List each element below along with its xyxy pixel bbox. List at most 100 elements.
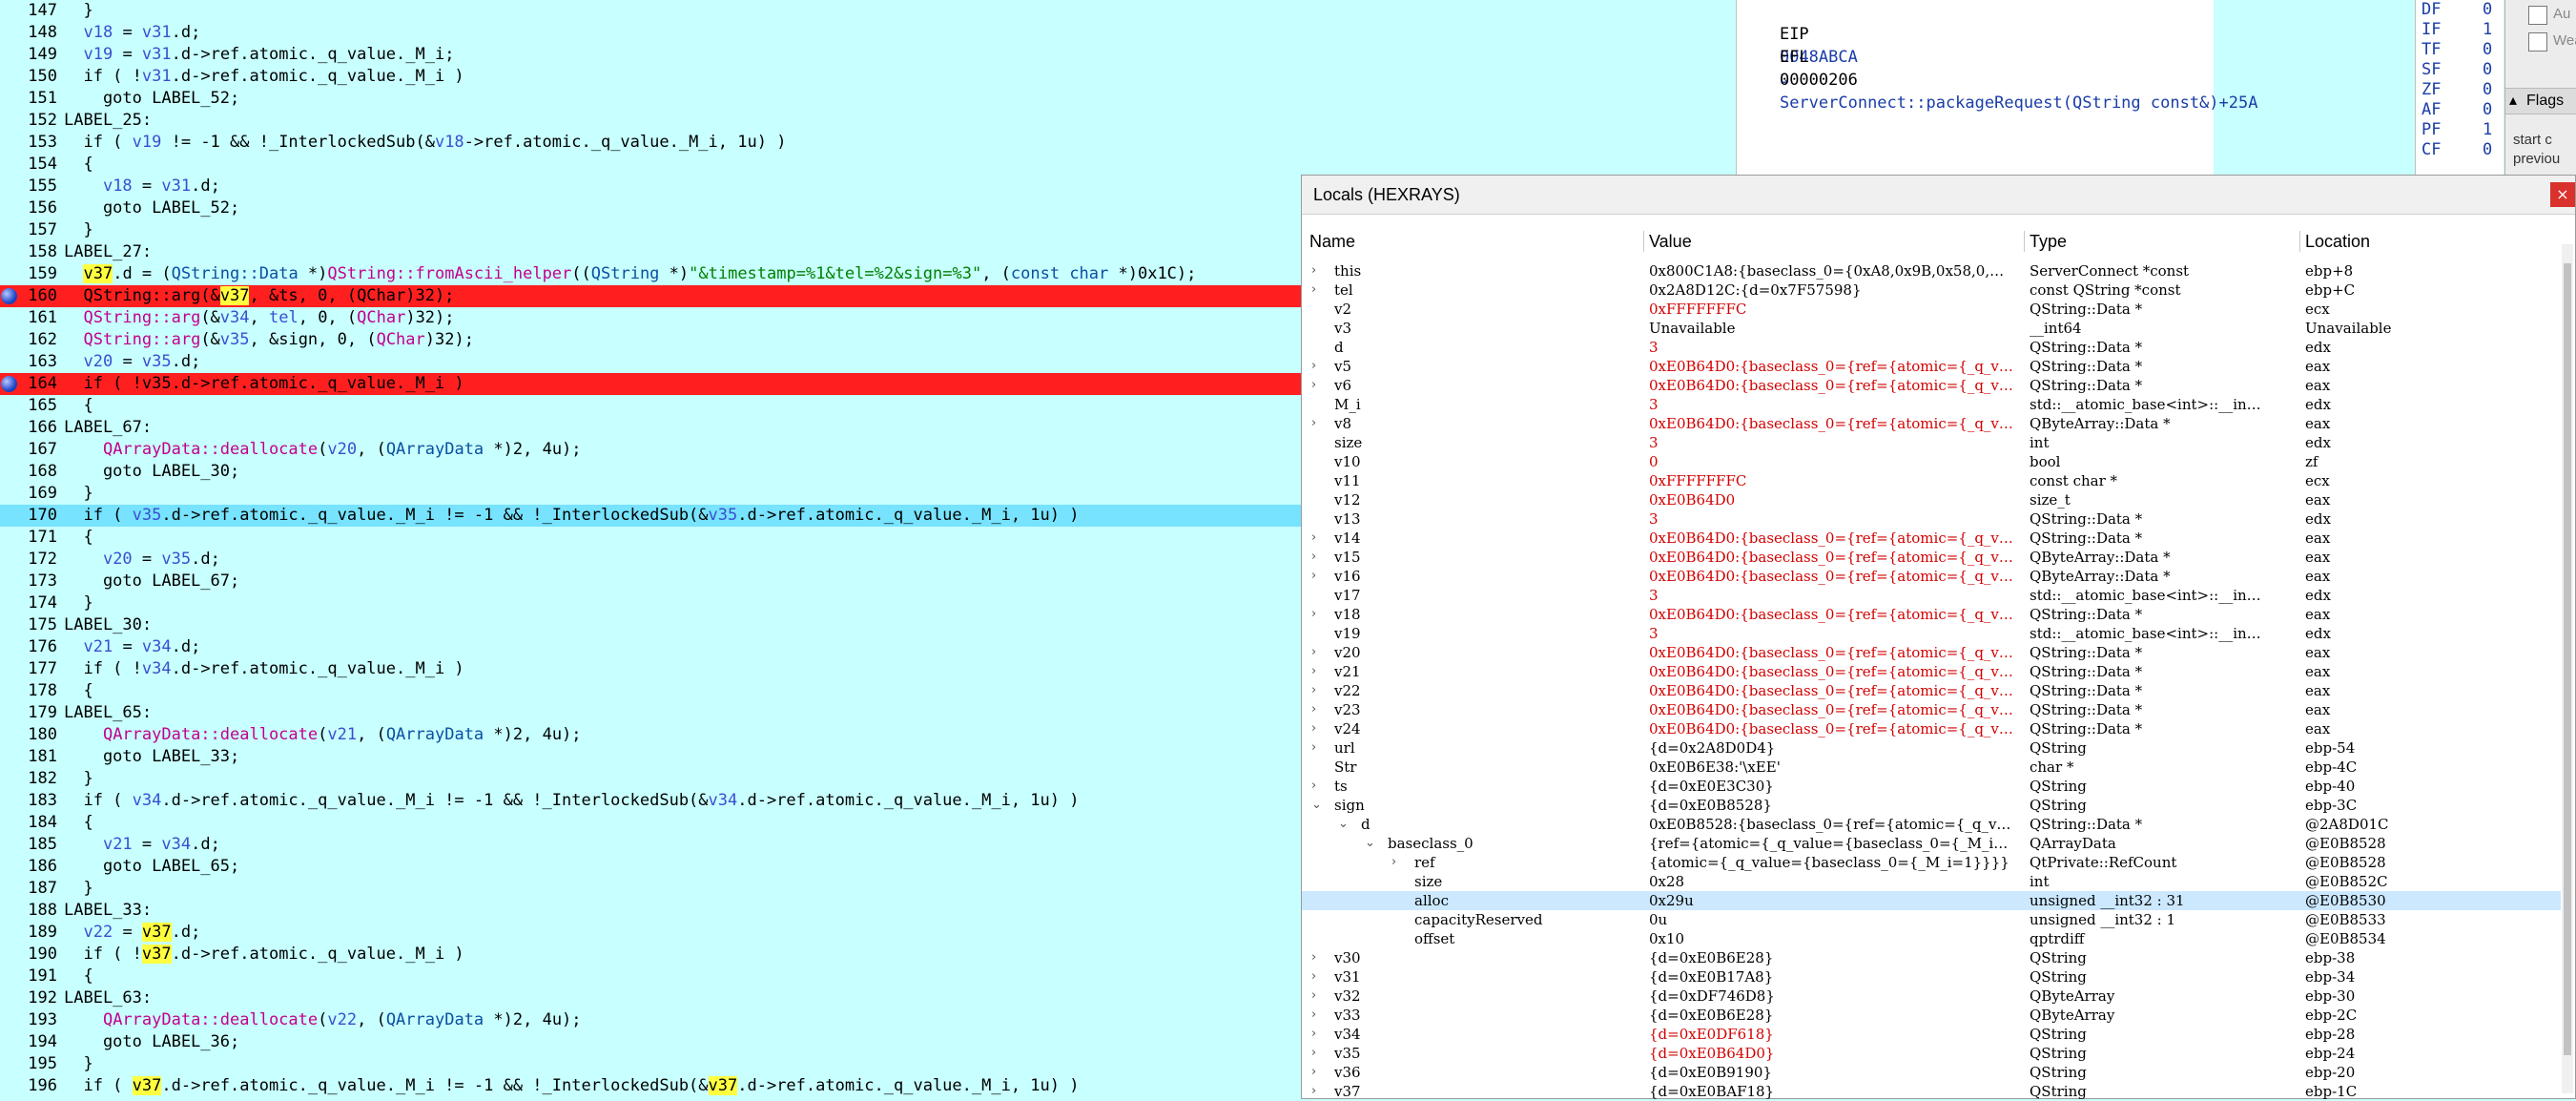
breakpoint-line[interactable]: 160 QString::arg(&v37, &ts, 0, (QChar)32…: [0, 285, 1302, 307]
code-line[interactable]: 155 v18 = v31.d;: [0, 176, 1302, 197]
code-line[interactable]: 191 {: [0, 966, 1302, 987]
locals-row[interactable]: › v24 0xE0B64D0:{baseclass_0={ref={atomic=…: [1302, 719, 2561, 738]
locals-row[interactable]: ⌄ d 0xE0B8528:{baseclass_0={ref={atomic={_…: [1302, 815, 2561, 834]
locals-row[interactable]: › v32 {d=0xDF746D8} QByteArray ebp-30: [1302, 987, 2561, 1006]
expand-arrow-icon[interactable]: ›: [1311, 376, 1316, 395]
locals-row[interactable]: › v23 0xE0B64D0:{baseclass_0={ref={atomic=…: [1302, 700, 2561, 719]
expand-arrow-icon[interactable]: ›: [1311, 1063, 1316, 1082]
collapse-arrow-icon[interactable]: ⌄: [1311, 796, 1322, 815]
expand-arrow-icon[interactable]: ›: [1391, 853, 1396, 872]
locals-row[interactable]: › this 0x800C1A8:{baseclass_0={0xA8,0x9B,0…: [1302, 261, 2561, 280]
expand-arrow-icon[interactable]: ›: [1311, 548, 1316, 567]
code-line[interactable]: 185 v21 = v34.d;: [0, 834, 1302, 856]
locals-row[interactable]: size 0x28 int @E0B852C: [1302, 872, 2561, 891]
locals-row[interactable]: › url {d=0x2A8D0D4} QString ebp-54: [1302, 738, 2561, 758]
code-line[interactable]: 194 goto LABEL_36;: [0, 1031, 1302, 1053]
scrollbar-thumb[interactable]: [2564, 263, 2571, 1055]
vertical-scrollbar[interactable]: [2562, 244, 2573, 1093]
code-line[interactable]: 177 if ( !v34.d->ref.atomic._q_value._M_…: [0, 658, 1302, 680]
locals-row[interactable]: › tel 0x2A8D12C:{d=0x7F57598} const QString…: [1302, 280, 2561, 300]
locals-row[interactable]: › v18 0xE0B64D0:{baseclass_0={ref={atomic=…: [1302, 605, 2561, 624]
expand-arrow-icon[interactable]: ›: [1311, 605, 1316, 624]
column-divider[interactable]: [2299, 231, 2300, 252]
expand-arrow-icon[interactable]: ›: [1311, 1082, 1316, 1101]
locals-row[interactable]: v17 3 std::__atomic_base<int>::__in… edx: [1302, 586, 2561, 605]
efl-value[interactable]: 00000206: [1780, 71, 1858, 90]
collapse-arrow-icon[interactable]: ⌄: [1365, 834, 1375, 853]
expand-arrow-icon[interactable]: ›: [1311, 280, 1316, 300]
code-line[interactable]: 157 }: [0, 219, 1302, 241]
expand-arrow-icon[interactable]: ›: [1311, 777, 1316, 796]
flag-row[interactable]: IF 1: [2421, 20, 2492, 40]
locals-row[interactable]: › v8 0xE0B64D0:{baseclass_0={ref={atomic={…: [1302, 414, 2561, 433]
expand-arrow-icon[interactable]: ›: [1311, 1025, 1316, 1044]
code-line[interactable]: 183 if ( v34.d->ref.atomic._q_value._M_i…: [0, 790, 1302, 812]
expand-arrow-icon[interactable]: ›: [1311, 357, 1316, 376]
option-checkbox-1[interactable]: [2528, 6, 2547, 25]
flag-row[interactable]: CF 0: [2421, 140, 2492, 160]
locals-row[interactable]: › ts {d=0xE0E3C30} QString ebp-40: [1302, 777, 2561, 796]
flag-row[interactable]: SF 0: [2421, 60, 2492, 80]
expand-arrow-icon[interactable]: ›: [1311, 529, 1316, 548]
locals-row[interactable]: › v37 {d=0xE0BAF18} QString ebp-1C: [1302, 1082, 2561, 1101]
locals-row[interactable]: ⌄ baseclass_0 {ref={atomic={_q_value={base…: [1302, 834, 2561, 853]
expand-arrow-icon[interactable]: ›: [1311, 738, 1316, 758]
locals-row[interactable]: › v31 {d=0xE0B17A8} QString ebp-34: [1302, 967, 2561, 987]
locals-row[interactable]: › v35 {d=0xE0B64D0} QString ebp-24: [1302, 1044, 2561, 1063]
code-line[interactable]: 161 QString::arg(&v34, tel, 0, (QChar)32…: [0, 307, 1302, 329]
locals-window[interactable]: Locals (HEXRAYS) × Name Value Type Locat…: [1301, 175, 2576, 1101]
expand-arrow-icon[interactable]: ›: [1311, 967, 1316, 987]
code-line[interactable]: 169 }: [0, 483, 1302, 505]
column-header-location[interactable]: Location: [2305, 227, 2370, 256]
locals-row[interactable]: ⌄ sign {d=0xE0B8528} QString ebp-3C: [1302, 796, 2561, 815]
locals-row[interactable]: v19 3 std::__atomic_base<int>::__in… edx: [1302, 624, 2561, 643]
code-line[interactable]: 153 if ( v19 != -1 && !_InterlockedSub(&…: [0, 132, 1302, 154]
expand-arrow-icon[interactable]: ›: [1311, 1044, 1316, 1063]
locals-row[interactable]: › v21 0xE0B64D0:{baseclass_0={ref={atomic=…: [1302, 662, 2561, 681]
pseudocode-view[interactable]: 147 } 148 v18 = v31.d; 149 v19 = v31.d->re…: [0, 0, 1302, 1099]
expand-arrow-icon[interactable]: ›: [1311, 662, 1316, 681]
locals-row[interactable]: v3 Unavailable __int64 Unavailable: [1302, 319, 2561, 338]
expand-arrow-icon[interactable]: ›: [1311, 987, 1316, 1006]
locals-row[interactable]: › v6 0xE0B64D0:{baseclass_0={ref={atomic={…: [1302, 376, 2561, 395]
code-line[interactable]: 151 goto LABEL_52;: [0, 88, 1302, 110]
expand-arrow-icon[interactable]: ›: [1311, 261, 1316, 280]
flag-row[interactable]: ZF 0: [2421, 80, 2492, 100]
locals-row[interactable]: › v22 0xE0B64D0:{baseclass_0={ref={atomic=…: [1302, 681, 2561, 700]
column-header-type[interactable]: Type: [2030, 227, 2067, 256]
collapse-icon[interactable]: ▴: [2509, 89, 2517, 114]
column-divider[interactable]: [2024, 231, 2025, 252]
expand-arrow-icon[interactable]: ›: [1311, 948, 1316, 967]
code-line[interactable]: 152 LABEL_25:: [0, 110, 1302, 132]
code-line[interactable]: 178 {: [0, 680, 1302, 702]
code-line[interactable]: 162 QString::arg(&v35, &sign, 0, (QChar)…: [0, 329, 1302, 351]
expand-arrow-icon[interactable]: ›: [1311, 1006, 1316, 1025]
code-line[interactable]: 174 }: [0, 592, 1302, 614]
flag-row[interactable]: TF 0: [2421, 40, 2492, 60]
locals-row[interactable]: Str 0xE0B6E38:'\xEE' char * ebp-4C: [1302, 758, 2561, 777]
locals-row[interactable]: v11 0xFFFFFFFC const char * ecx: [1302, 471, 2561, 490]
locals-row[interactable]: › v14 0xE0B64D0:{baseclass_0={ref={atomic=…: [1302, 529, 2561, 548]
code-line[interactable]: 156 goto LABEL_52;: [0, 197, 1302, 219]
locals-row[interactable]: v10 0 bool zf: [1302, 452, 2561, 471]
code-line[interactable]: 175 LABEL_30:: [0, 614, 1302, 636]
column-header-name[interactable]: Name: [1309, 227, 1355, 256]
expand-arrow-icon[interactable]: ›: [1311, 567, 1316, 586]
locals-row[interactable]: capacityReserved 0u unsigned __int32 : 1 @E…: [1302, 910, 2561, 929]
code-line[interactable]: 154 {: [0, 154, 1302, 176]
code-line[interactable]: 172 v20 = v35.d;: [0, 549, 1302, 571]
code-line[interactable]: 196 if ( v37.d->ref.atomic._q_value._M_i…: [0, 1075, 1302, 1097]
code-line[interactable]: 167 QArrayData::deallocate(v20, (QArrayD…: [0, 439, 1302, 461]
code-line[interactable]: 150 if ( !v31.d->ref.atomic._q_value._M_…: [0, 66, 1302, 88]
code-line[interactable]: 193 QArrayData::deallocate(v22, (QArrayD…: [0, 1009, 1302, 1031]
code-line[interactable]: 163 v20 = v35.d;: [0, 351, 1302, 373]
locals-title-bar[interactable]: Locals (HEXRAYS) ×: [1302, 176, 2575, 215]
locals-row[interactable]: v12 0xE0B64D0 size_t eax: [1302, 490, 2561, 509]
locals-row[interactable]: › v33 {d=0xE0B6E28} QByteArray ebp-2C: [1302, 1006, 2561, 1025]
locals-row[interactable]: offset 0x10 qptrdiff @E0B8534: [1302, 929, 2561, 948]
expand-arrow-icon[interactable]: ›: [1311, 700, 1316, 719]
flag-row[interactable]: AF 0: [2421, 100, 2492, 120]
expand-arrow-icon[interactable]: ›: [1311, 643, 1316, 662]
code-line[interactable]: 168 goto LABEL_30;: [0, 461, 1302, 483]
flags-tab[interactable]: ▴ Flags: [2505, 88, 2576, 114]
